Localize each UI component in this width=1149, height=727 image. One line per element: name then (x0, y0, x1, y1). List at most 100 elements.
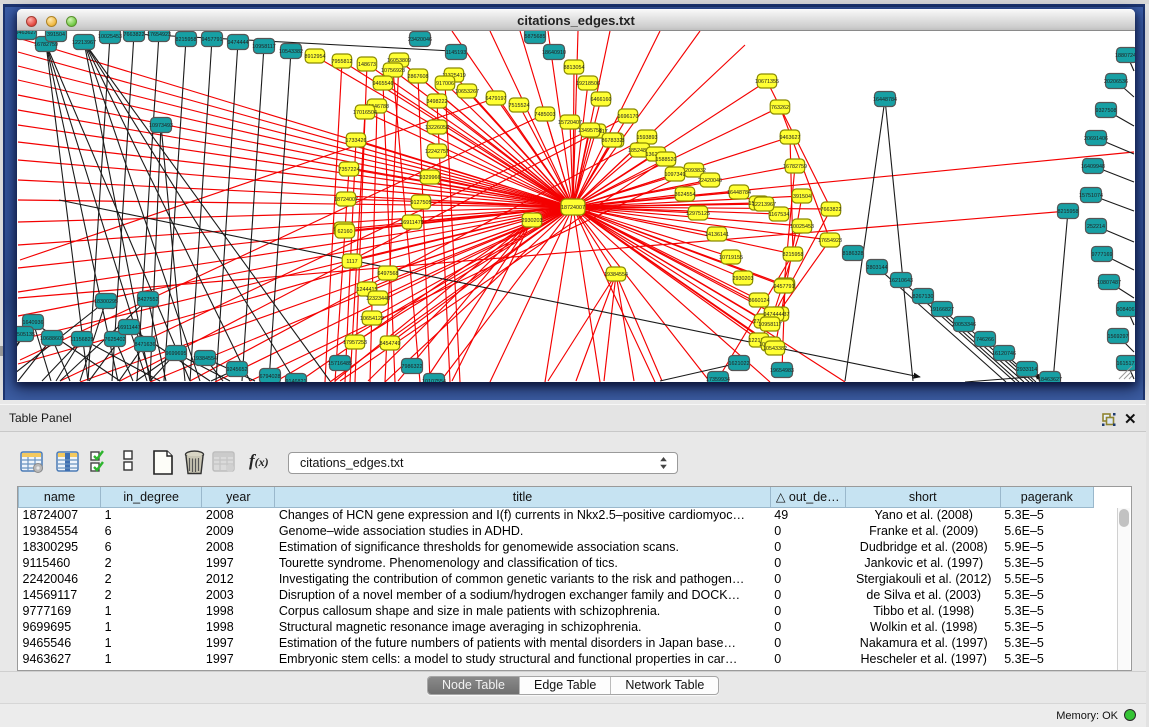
svg-text:10543382: 10543382 (763, 346, 787, 352)
svg-text:13495758: 13495758 (578, 128, 602, 134)
svg-text:62160: 62160 (338, 229, 353, 235)
svg-text:391504: 391504 (47, 32, 65, 38)
svg-text:2930203: 2930203 (733, 276, 754, 282)
svg-text:16911447: 16911447 (117, 325, 141, 331)
svg-text:10958117: 10958117 (252, 44, 276, 50)
svg-text:1733426: 1733426 (346, 138, 367, 144)
svg-text:17957253: 17957253 (343, 340, 367, 346)
svg-text:9777169: 9777169 (1092, 252, 1113, 258)
svg-text:7625402: 7625402 (105, 337, 126, 343)
svg-text:16210643: 16210643 (889, 278, 913, 284)
svg-text:7663822: 7663822 (821, 207, 842, 213)
svg-text:9474444: 9474444 (228, 40, 249, 46)
svg-text:12213967: 12213967 (752, 202, 776, 208)
svg-text:8678332: 8678332 (602, 138, 623, 144)
svg-text:9146821: 9146821 (286, 379, 307, 382)
svg-text:2867608: 2867608 (408, 74, 429, 80)
svg-text:3498222: 3498222 (427, 99, 448, 105)
svg-text:1569297: 1569297 (1108, 334, 1129, 340)
svg-text:8471636: 8471636 (135, 342, 156, 348)
svg-text:9457791: 9457791 (202, 37, 223, 43)
svg-text:1588520: 1588520 (656, 157, 677, 163)
svg-text:1621022: 1621022 (729, 361, 750, 367)
svg-text:16782759: 16782759 (34, 42, 58, 48)
svg-text:8267130: 8267130 (913, 294, 934, 300)
svg-text:12505135: 12505135 (17, 332, 35, 338)
svg-text:19166827: 19166827 (930, 307, 954, 313)
svg-text:16911479: 16911479 (400, 220, 424, 226)
svg-text:18300295: 18300295 (94, 299, 118, 305)
svg-text:10719155: 10719155 (719, 255, 743, 261)
svg-text:20691406: 20691406 (1084, 136, 1108, 142)
svg-text:18807249: 18807249 (1115, 53, 1135, 59)
svg-text:16120746: 16120746 (992, 351, 1016, 357)
svg-text:8454749: 8454749 (380, 341, 401, 347)
svg-text:7986322: 7986322 (402, 364, 423, 370)
svg-text:2930203: 2930203 (522, 218, 543, 224)
svg-text:746266: 746266 (976, 337, 994, 343)
svg-text:9465546: 9465546 (373, 81, 394, 87)
svg-text:8186328: 8186328 (843, 251, 864, 257)
svg-text:6497568: 6497568 (378, 271, 399, 277)
svg-text:1696170: 1696170 (618, 114, 639, 120)
svg-text:8215958: 8215958 (783, 252, 804, 258)
svg-text:9463627: 9463627 (17, 31, 37, 36)
svg-text:391504: 391504 (793, 194, 811, 200)
svg-text:8813054: 8813054 (564, 65, 585, 71)
svg-text:1117: 1117 (346, 259, 357, 265)
svg-text:22420046: 22420046 (698, 178, 722, 184)
svg-text:14136141: 14136141 (705, 232, 729, 238)
svg-text:10107554: 10107554 (422, 379, 446, 382)
svg-text:1593893: 1593893 (637, 135, 658, 141)
svg-text:1615172: 1615172 (1117, 361, 1136, 367)
svg-text:917006: 917006 (436, 81, 454, 87)
svg-text:10807487: 10807487 (1097, 280, 1121, 286)
svg-text:8215958: 8215958 (1058, 209, 1079, 215)
svg-text:9329966: 9329966 (420, 175, 441, 181)
svg-text:15716485: 15716485 (328, 361, 352, 367)
svg-text:23420046: 23420046 (408, 37, 432, 43)
svg-text:1167534: 1167534 (769, 212, 790, 218)
svg-text:15751074: 15751074 (1079, 193, 1103, 199)
svg-text:13226058: 13226058 (425, 125, 449, 131)
svg-text:148673: 148673 (358, 62, 376, 68)
svg-text:3624554: 3624554 (675, 192, 696, 198)
svg-text:9699695: 9699695 (166, 351, 187, 357)
svg-text:9463627: 9463627 (780, 135, 801, 141)
svg-text:17359934: 17359934 (706, 377, 730, 382)
svg-text:6466160: 6466160 (591, 97, 612, 103)
svg-text:252214: 252214 (1087, 224, 1105, 230)
svg-text:18724007: 18724007 (334, 197, 358, 203)
svg-text:9327508: 9327508 (1096, 108, 1117, 114)
svg-text:8912954: 8912954 (305, 54, 326, 60)
svg-text:15720407: 15720407 (558, 120, 582, 126)
svg-text:9457791: 9457791 (774, 284, 795, 290)
svg-text:10688609: 10688609 (40, 336, 64, 342)
svg-text:2933114: 2933114 (1017, 367, 1038, 373)
svg-text:18724007: 18724007 (561, 205, 585, 211)
svg-text:10025453: 10025453 (98, 34, 122, 40)
svg-text:1097349: 1097349 (665, 172, 686, 178)
svg-text:20206536: 20206536 (1104, 79, 1128, 85)
svg-text:17016504: 17016504 (353, 110, 377, 116)
svg-text:10958117: 10958117 (758, 322, 782, 328)
svg-text:10756928: 10756928 (381, 68, 405, 74)
svg-text:2803144: 2803144 (867, 265, 888, 271)
svg-text:7955812: 7955812 (332, 59, 353, 65)
svg-text:17654923: 17654923 (147, 32, 171, 38)
svg-text:11156829: 11156829 (70, 337, 93, 343)
svg-text:10654122: 10654122 (360, 316, 384, 322)
svg-text:9084067: 9084067 (1117, 307, 1136, 313)
svg-text:10671355: 10671355 (755, 79, 779, 85)
svg-text:10025453: 10025453 (790, 224, 814, 230)
svg-text:20053346: 20053346 (952, 322, 976, 328)
svg-text:8660124: 8660124 (749, 298, 770, 304)
svg-text:12323448: 12323448 (366, 296, 390, 302)
svg-text:8427552: 8427552 (138, 297, 159, 303)
svg-text:19384554: 19384554 (604, 272, 628, 278)
svg-text:16782759: 16782759 (783, 164, 807, 170)
svg-text:12213967: 12213967 (72, 40, 96, 46)
svg-text:1640936: 1640936 (23, 320, 44, 326)
svg-text:16409948: 16409948 (1081, 164, 1105, 170)
svg-text:10653267: 10653267 (455, 89, 479, 95)
